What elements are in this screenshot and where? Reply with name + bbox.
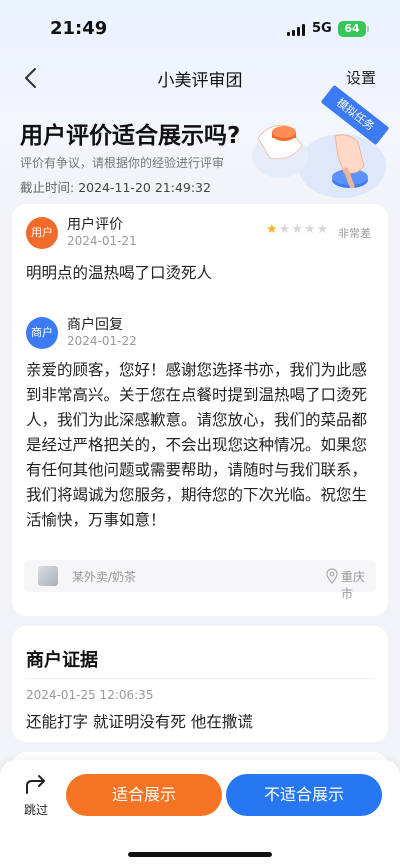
shop-info-bar[interactable]: 某外卖/奶茶 重庆市: [24, 560, 376, 601]
network-type: 5G: [312, 21, 332, 36]
star-icon: ★: [291, 222, 304, 237]
skip-button[interactable]: 跳过: [14, 774, 58, 822]
reply-title: 商户回复: [67, 317, 123, 333]
shop-thumbnail: [38, 566, 58, 586]
reply-date: 2024-01-22: [67, 334, 137, 348]
status-time: 21:49: [50, 18, 108, 39]
location-pin-icon: [326, 568, 338, 584]
review-card: 用户 用户评价 2024-01-21 ★★★★★ 非常差 明明点的温热喝了口烫死…: [12, 204, 388, 616]
skip-label: 跳过: [23, 803, 48, 817]
nav-title: 小美评审团: [157, 71, 243, 91]
divider: [26, 678, 374, 679]
evidence-title: 商户证据: [26, 650, 98, 671]
review-date: 2024-01-21: [67, 234, 137, 248]
signal-icon: [287, 24, 307, 36]
user-avatar: 用户: [26, 217, 58, 249]
reply-text: 亲爱的顾客，您好！感谢您选择书亦，我们为此感到非常高兴。关于您在点餐时提到温热喝…: [26, 361, 368, 529]
evidence-text: 还能打字 就证明没有死 他在撒谎: [26, 713, 253, 731]
star-icon: ★: [303, 222, 317, 237]
page-subtitle: 评价有争议，请根据你的经验进行评审: [20, 156, 225, 170]
star-icon: ★: [266, 222, 279, 237]
star-icon: ★: [278, 222, 292, 237]
battery-icon: 64: [338, 21, 369, 37]
unsuitable-button[interactable]: 不适合展示: [226, 774, 382, 816]
evidence-time: 2024-01-25 12:06:35: [26, 688, 154, 702]
review-title: 用户评价: [67, 217, 123, 233]
evidence-card: 商户证据 2024-01-25 12:06:35 还能打字 就证明没有死 他在撒…: [12, 626, 388, 742]
home-indicator: [128, 852, 272, 857]
skip-arrow-icon: [26, 775, 45, 794]
deadline-value: 2024-11-20 21:49:32: [78, 180, 211, 195]
star-icon: ★: [316, 222, 330, 237]
merchant-avatar: 商户: [26, 317, 58, 349]
review-text: 明明点的温热喝了口烫死人: [26, 264, 213, 282]
deadline-label: 截止时间:: [20, 180, 75, 195]
deadline: 截止时间: 2024-11-20 21:49:32: [20, 177, 211, 196]
status-bar: 21:49 5G 64: [0, 0, 400, 58]
rating-word: 非常差: [338, 227, 371, 240]
shop-city: 重庆市: [341, 570, 366, 601]
action-bar: 跳过 适合展示 不适合展示: [0, 760, 400, 866]
suitable-button[interactable]: 适合展示: [66, 774, 222, 816]
shop-name: 某外卖/奶茶: [72, 570, 137, 584]
rating-stars: ★★★★★: [266, 222, 329, 237]
page-title: 用户评价适合展示吗?: [20, 123, 241, 149]
settings-button[interactable]: 设置: [346, 67, 376, 88]
